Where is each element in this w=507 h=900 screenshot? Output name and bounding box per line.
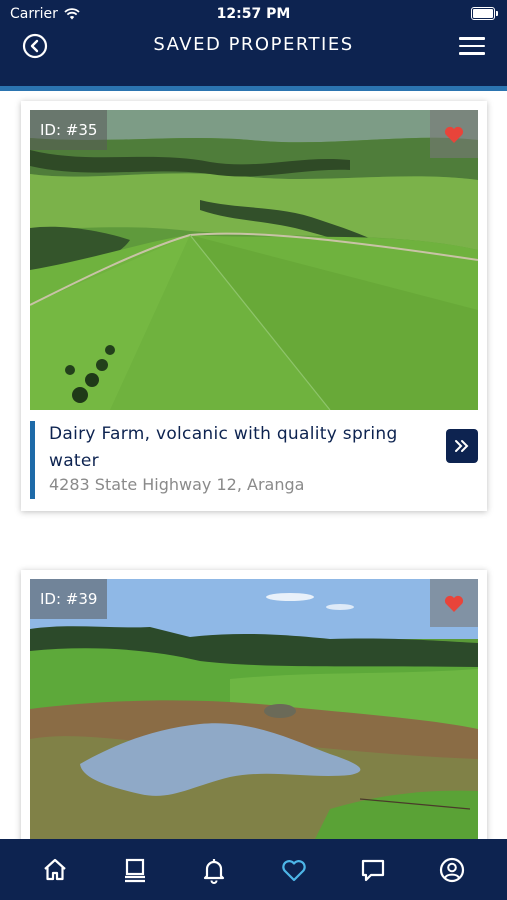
property-card[interactable]: ID: #35 Dairy Farm, volcanic with qualit… bbox=[21, 101, 487, 511]
heart-icon bbox=[282, 860, 306, 882]
home-icon bbox=[44, 858, 66, 881]
property-photo[interactable]: ID: #35 bbox=[30, 110, 478, 410]
battery-icon bbox=[471, 7, 498, 20]
favorite-button[interactable] bbox=[430, 110, 478, 158]
accent-bar bbox=[30, 421, 35, 499]
pond-landscape-image bbox=[30, 579, 478, 849]
status-bar: Carrier 12:57 PM bbox=[0, 0, 507, 28]
farm-landscape-image bbox=[30, 110, 478, 410]
app-header: Carrier 12:57 PM SAVED PROPERTIES bbox=[0, 0, 507, 86]
header-accent-strip bbox=[0, 86, 507, 91]
listings-icon bbox=[125, 858, 145, 883]
nav-messages[interactable] bbox=[358, 855, 388, 885]
nav-saved[interactable] bbox=[279, 855, 309, 885]
property-photo[interactable]: ID: #39 bbox=[30, 579, 478, 849]
menu-button[interactable] bbox=[459, 37, 485, 55]
bottom-navigation bbox=[0, 839, 507, 900]
nav-home[interactable] bbox=[40, 855, 70, 885]
nav-listings[interactable] bbox=[120, 855, 150, 885]
nav-profile[interactable] bbox=[437, 855, 467, 885]
property-address: 4283 State Highway 12, Aranga bbox=[49, 475, 305, 494]
double-chevron-right-icon bbox=[455, 440, 469, 452]
page-title: SAVED PROPERTIES bbox=[153, 34, 354, 55]
user-icon bbox=[439, 857, 465, 883]
property-id-badge: ID: #39 bbox=[30, 579, 108, 619]
chat-icon bbox=[361, 859, 385, 882]
property-card[interactable]: ID: #39 bbox=[21, 570, 487, 860]
heart-filled-icon bbox=[444, 595, 464, 612]
view-details-button[interactable] bbox=[446, 429, 478, 463]
favorite-button[interactable] bbox=[430, 579, 478, 627]
nav-notifications[interactable] bbox=[199, 855, 229, 885]
property-title: Dairy Farm, volcanic with quality spring… bbox=[49, 424, 398, 471]
hamburger-menu-icon bbox=[459, 37, 485, 40]
heart-filled-icon bbox=[444, 126, 464, 143]
property-id-badge: ID: #35 bbox=[30, 110, 108, 150]
status-time: 12:57 PM bbox=[216, 6, 291, 22]
bell-icon bbox=[203, 859, 225, 884]
property-info: Dairy Farm, volcanic with quality spring… bbox=[30, 419, 478, 501]
